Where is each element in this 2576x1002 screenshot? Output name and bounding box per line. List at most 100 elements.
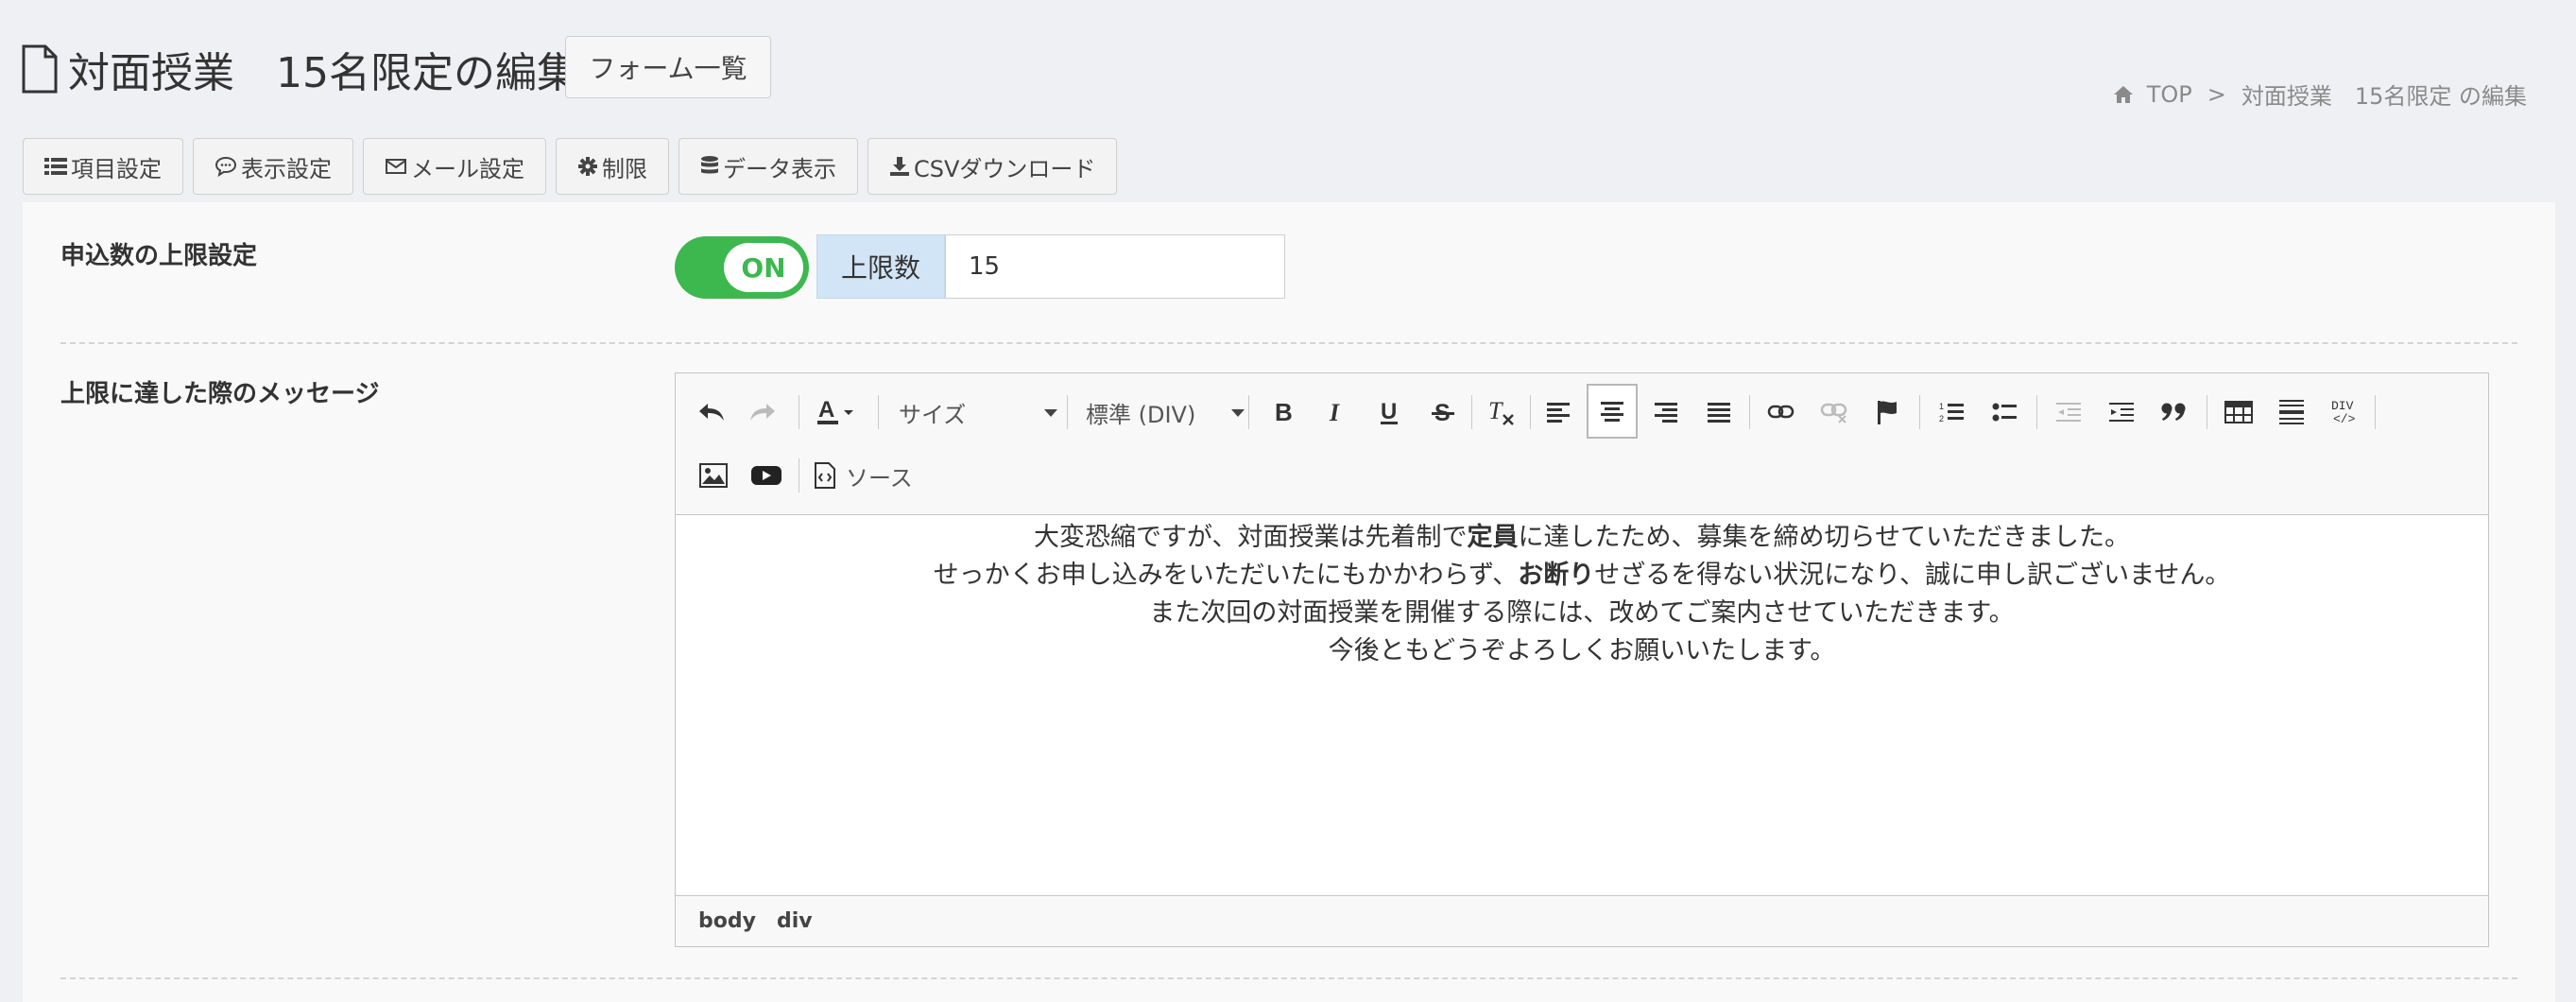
table-button[interactable] — [2218, 389, 2259, 435]
align-left-button[interactable] — [1537, 389, 1579, 435]
align-center-button[interactable] — [1587, 384, 1638, 439]
undo-button[interactable] — [693, 389, 730, 435]
format-value: 標準 (DIV) — [1086, 401, 1196, 428]
youtube-button[interactable] — [746, 453, 787, 498]
envelope-icon — [386, 159, 406, 174]
limit-setting-label: 申込数の上限設定 — [60, 242, 258, 270]
toolbar-separator — [1530, 395, 1531, 429]
outdent-icon — [2056, 403, 2081, 422]
limit-count-addon: 上限数 — [816, 234, 945, 299]
editor-element-path: body div — [676, 895, 2488, 946]
numbered-list-icon: 12 — [1939, 402, 1964, 423]
editor-content-area[interactable]: 大変恐縮ですが、対面授業は先着制で定員に達したため、募集を締め切らせていただきま… — [676, 515, 2488, 897]
message-line: せっかくお申し込みをいただいたにもかかわらず、お断りせざるを得ない状況になり、誠… — [933, 561, 2231, 590]
redo-button[interactable] — [744, 389, 781, 435]
tab-label: 制限 — [602, 155, 647, 182]
svg-text:2: 2 — [1939, 414, 1944, 423]
editor-toolbar: A サイズ 標準 (DIV) B I U T 1 2 DIV </> ソース — [676, 373, 2488, 515]
toolbar-separator — [1248, 395, 1249, 429]
horizontal-rule-button[interactable] — [2271, 389, 2312, 435]
toolbar-separator — [878, 395, 879, 429]
svg-text:</>: </> — [2333, 412, 2356, 426]
tab-csv-download[interactable]: CSVダウンロード — [867, 138, 1118, 195]
svg-text:DIV: DIV — [2331, 399, 2354, 413]
source-label: ソース — [846, 464, 913, 492]
link-button[interactable] — [1760, 389, 1802, 435]
form-list-button[interactable]: フォーム一覧 — [565, 36, 771, 98]
message-line: 大変恐縮ですが、対面授業は先着制で定員に達したため、募集を締め切らせていただきま… — [1034, 523, 2130, 552]
toolbar-separator — [1749, 395, 1750, 429]
database-icon — [701, 156, 718, 174]
svg-text:I: I — [1329, 400, 1340, 424]
outdent-button[interactable] — [2048, 389, 2089, 435]
font-size-select[interactable]: サイズ — [899, 389, 1057, 435]
message-line: 今後ともどうぞよろしくお願いいたします。 — [1328, 636, 1836, 665]
toolbar-separator — [1471, 395, 1472, 429]
strikethrough-button[interactable]: S — [1424, 389, 1462, 435]
source-button[interactable]: ソース — [814, 453, 918, 498]
tab-display-settings[interactable]: 表示設定 — [193, 138, 353, 195]
bold-button[interactable]: B — [1265, 389, 1303, 435]
limit-count-input[interactable] — [945, 234, 1285, 299]
italic-button[interactable]: I — [1318, 389, 1356, 435]
unlink-button[interactable] — [1813, 389, 1855, 435]
svg-text:B: B — [1275, 400, 1293, 424]
toolbar-separator — [1919, 395, 1920, 429]
gear-icon — [578, 157, 597, 176]
tab-restriction[interactable]: 制限 — [556, 138, 669, 195]
image-button[interactable] — [693, 453, 734, 498]
tab-label: メール設定 — [411, 155, 524, 182]
horizontal-rule-icon — [2279, 400, 2304, 424]
blockquote-button[interactable] — [2154, 389, 2195, 435]
text-color-icon: A — [817, 397, 853, 424]
bullet-list-icon — [1992, 403, 2017, 422]
remove-format-button[interactable]: T — [1481, 389, 1522, 435]
svg-text:U: U — [1381, 399, 1397, 424]
toolbar-separator — [2375, 395, 2376, 429]
breadcrumb-current: 対面授業 15名限定 の編集 — [2241, 83, 2527, 110]
anchor-button[interactable] — [1866, 389, 1908, 435]
flag-icon — [1878, 401, 1897, 424]
divider — [60, 977, 2517, 979]
message-line: また次回の対面授業を開催する際には、改めてご案内させていただきます。 — [1149, 598, 2015, 628]
align-right-button[interactable] — [1645, 389, 1687, 435]
settings-tabs: 項目設定 表示設定 メール設定 制限 データ表示 CSVダウンロード — [23, 138, 1126, 195]
chevron-down-icon — [1044, 409, 1057, 417]
tab-item-settings[interactable]: 項目設定 — [23, 138, 183, 195]
comment-icon — [215, 156, 237, 177]
align-center-icon — [1601, 402, 1623, 422]
align-justify-button[interactable] — [1698, 389, 1740, 435]
download-icon — [890, 157, 909, 176]
indent-button[interactable] — [2101, 389, 2142, 435]
text-color-button[interactable]: A — [814, 389, 859, 435]
tab-mail-settings[interactable]: メール設定 — [363, 138, 546, 195]
breadcrumb-home-link[interactable]: TOP — [2147, 81, 2192, 108]
tab-data-view[interactable]: データ表示 — [678, 138, 858, 195]
align-left-icon — [1547, 403, 1570, 423]
strikethrough-icon: S — [1432, 400, 1454, 424]
italic-icon: I — [1329, 400, 1340, 424]
div-container-button[interactable]: DIV </> — [2324, 389, 2365, 435]
font-size-placeholder: サイズ — [899, 401, 967, 428]
tab-label: 項目設定 — [71, 155, 162, 182]
limit-toggle[interactable]: ON — [675, 236, 809, 299]
remove-format-icon: T — [1488, 398, 1514, 425]
bold-icon: B — [1275, 400, 1293, 424]
path-div[interactable]: div — [777, 909, 813, 933]
editor-text[interactable]: 大変恐縮ですが、対面授業は先着制で定員に達したため、募集を締め切らせていただきま… — [676, 515, 2488, 670]
format-select[interactable]: 標準 (DIV) — [1086, 389, 1245, 435]
redo-icon — [750, 404, 775, 421]
underline-button[interactable]: U — [1371, 389, 1409, 435]
page-title: 対面授業 15名限定の編集 — [68, 49, 578, 97]
bullet-list-button[interactable] — [1984, 389, 2025, 435]
breadcrumb: TOP > 対面授業 15名限定 の編集 — [2113, 78, 2527, 111]
svg-text:1: 1 — [1939, 402, 1944, 411]
message-setting-label: 上限に達した際のメッセージ — [60, 380, 380, 408]
list-icon — [44, 158, 67, 175]
path-body[interactable]: body — [698, 909, 756, 933]
toggle-knob: ON — [724, 243, 803, 292]
toolbar-separator — [2036, 395, 2037, 429]
numbered-list-button[interactable]: 12 — [1931, 389, 1972, 435]
indent-icon — [2109, 403, 2134, 422]
image-icon — [699, 463, 728, 488]
